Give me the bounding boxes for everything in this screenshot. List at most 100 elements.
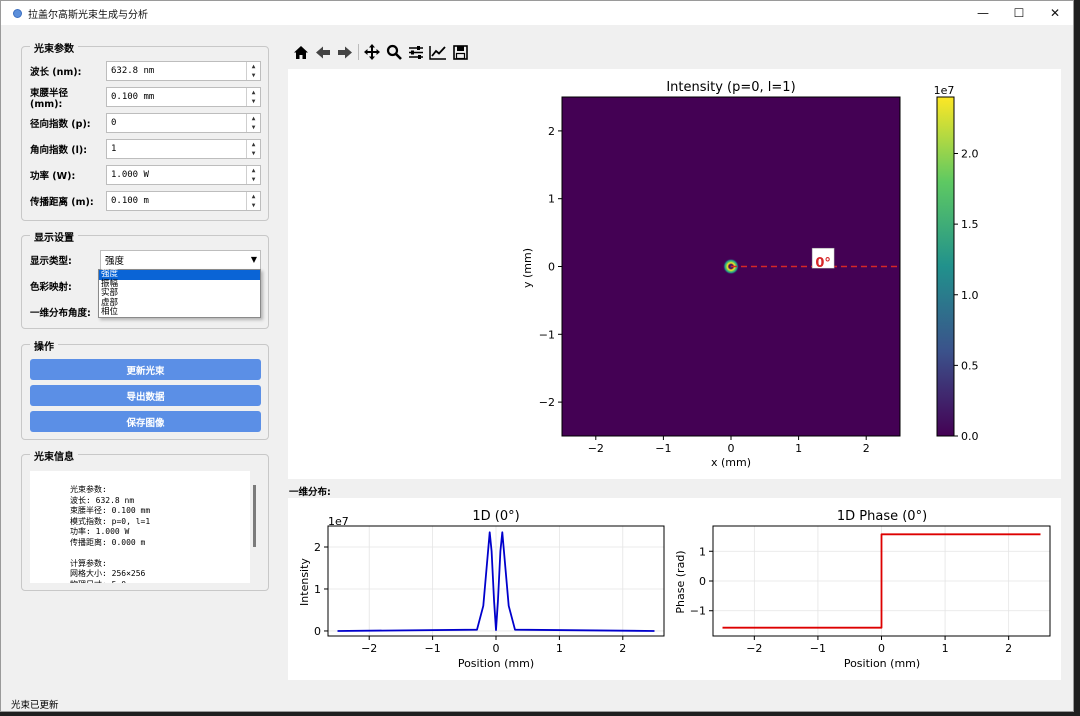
dropdown-option-intensity[interactable]: 强度 bbox=[99, 269, 260, 280]
export-data-button[interactable]: 导出数据 bbox=[30, 385, 261, 406]
dropdown-option-amplitude[interactable]: 振幅 bbox=[99, 279, 260, 290]
spin-down-icon[interactable]: ▼ bbox=[247, 71, 260, 80]
wavelength-value: 632.8 nm bbox=[111, 66, 155, 76]
x-tick-label: −1 bbox=[424, 642, 440, 655]
x-tick-label: −1 bbox=[655, 442, 671, 455]
y-tick-label: −1 bbox=[539, 328, 555, 341]
colorbar bbox=[936, 96, 955, 437]
wavelength-spinbox[interactable]: 632.8 nm ▲ ▼ bbox=[106, 61, 261, 81]
beam-params-title: 光束参数 bbox=[30, 40, 78, 55]
x-tick-label: 0 bbox=[493, 642, 500, 655]
app-window: 拉盖尔高斯光束生成与分析 — ☐ ✕ 光束参数 波长 (nm): 632.8 n… bbox=[0, 0, 1074, 712]
maximize-button[interactable]: ☐ bbox=[1001, 1, 1037, 25]
dropdown-option-phase[interactable]: 相位 bbox=[99, 307, 260, 318]
azimuthal-label: 角向指数 (l): bbox=[30, 145, 88, 156]
angle-row: 一维分布角度: bbox=[30, 302, 102, 322]
x-tick-label: 1 bbox=[795, 442, 802, 455]
distance-value: 0.100 m bbox=[111, 196, 149, 206]
x-tick-label: 0 bbox=[878, 642, 885, 655]
save-image-button[interactable]: 保存图像 bbox=[30, 411, 261, 432]
waist-spinbox[interactable]: 0.100 mm ▲ ▼ bbox=[106, 87, 261, 107]
actions-group: 操作 更新光束 导出数据 保存图像 bbox=[21, 338, 269, 440]
colorbar-tick-label: 0.0 bbox=[961, 430, 979, 443]
status-bar: 光束已更新 bbox=[11, 700, 59, 711]
info-line: 网格大小: 256×256 bbox=[70, 569, 146, 578]
distance-row: 传播距离 (m): bbox=[30, 191, 102, 211]
beam-params-group: 光束参数 波长 (nm): 632.8 nm ▲ ▼ 束腰半径 (mm): 0.10… bbox=[21, 40, 269, 221]
y-tick-label: −2 bbox=[539, 396, 555, 409]
spin-down-icon[interactable]: ▼ bbox=[247, 201, 260, 210]
minimize-button[interactable]: — bbox=[965, 1, 1001, 25]
actions-title: 操作 bbox=[30, 338, 58, 353]
info-line: 光束参数: bbox=[70, 485, 107, 494]
heatmap-xlabel: x (mm) bbox=[711, 456, 751, 469]
heatmap-title: Intensity (p=0, l=1) bbox=[666, 80, 795, 95]
dropdown-option-real[interactable]: 实部 bbox=[99, 288, 260, 299]
power-value: 1.000 W bbox=[111, 170, 149, 180]
colormap-row: 色彩映射: bbox=[30, 276, 102, 296]
x-tick-label: −1 bbox=[810, 642, 826, 655]
spin-up-icon[interactable]: ▲ bbox=[247, 192, 260, 201]
spin-down-icon[interactable]: ▼ bbox=[247, 175, 260, 184]
spin-up-icon[interactable]: ▲ bbox=[247, 140, 260, 149]
x-tick-label: 2 bbox=[619, 642, 626, 655]
x-tick-label: −2 bbox=[588, 442, 604, 455]
info-line bbox=[70, 548, 250, 559]
plot-toolbar bbox=[291, 43, 472, 61]
colorbar-tick-label: 1.5 bbox=[961, 218, 979, 231]
power-label: 功率 (W): bbox=[30, 171, 76, 182]
spin-up-icon[interactable]: ▲ bbox=[247, 114, 260, 123]
y-tick-label: 2 bbox=[548, 125, 555, 138]
azimuthal-row: 角向指数 (l): bbox=[30, 139, 102, 159]
back-icon[interactable] bbox=[313, 43, 333, 61]
distance-spinbox[interactable]: 0.100 m ▲ ▼ bbox=[106, 191, 261, 211]
chevron-down-icon[interactable]: ▼ bbox=[251, 255, 257, 264]
configure-icon[interactable] bbox=[406, 43, 426, 61]
heatmap-ylabel: y (mm) bbox=[521, 248, 534, 288]
info-scrollbar[interactable] bbox=[253, 485, 256, 547]
edit-axis-icon[interactable] bbox=[428, 43, 448, 61]
wavelength-label: 波长 (nm): bbox=[30, 67, 82, 78]
oned-plot-canvas[interactable]: 1D (0°) 1e7 Position (mm) Intensity −2 −1… bbox=[288, 498, 1061, 680]
display-type-combobox[interactable]: 强度 ▼ bbox=[100, 250, 261, 270]
spin-up-icon[interactable]: ▲ bbox=[247, 62, 260, 71]
close-button[interactable]: ✕ bbox=[1037, 1, 1073, 25]
zoom-icon[interactable] bbox=[384, 43, 404, 61]
y-tick-label: 1 bbox=[699, 545, 706, 558]
angle-label: 一维分布角度: bbox=[30, 308, 91, 319]
save-icon[interactable] bbox=[450, 43, 470, 61]
y-tick-label: 0 bbox=[699, 575, 706, 588]
pan-icon[interactable] bbox=[362, 43, 382, 61]
waist-label: 束腰半径 (mm): bbox=[30, 87, 69, 110]
x-tick-label: −2 bbox=[746, 642, 762, 655]
radial-spinbox[interactable]: 0 ▲ ▼ bbox=[106, 113, 261, 133]
oned-phase-title: 1D Phase (0°) bbox=[837, 509, 927, 524]
display-type-label: 显示类型: bbox=[30, 256, 72, 267]
x-tick-label: 1 bbox=[556, 642, 563, 655]
update-beam-button[interactable]: 更新光束 bbox=[30, 359, 261, 380]
title-bar: 拉盖尔高斯光束生成与分析 — ☐ ✕ bbox=[1, 1, 1073, 25]
forward-icon[interactable] bbox=[335, 43, 355, 61]
main-plot-canvas[interactable]: Intensity (p=0, l=1) 0° −2 −1 0 1 2 −2 −1 0 1 2 x … bbox=[288, 69, 1061, 479]
power-spinbox[interactable]: 1.000 W ▲ ▼ bbox=[106, 165, 261, 185]
oned-section-label: 一维分布: bbox=[289, 487, 331, 498]
x-tick-label: 2 bbox=[863, 442, 870, 455]
spin-up-icon[interactable]: ▲ bbox=[247, 166, 260, 175]
angle-annotation-text: 0° bbox=[815, 256, 831, 271]
azimuthal-spinbox[interactable]: 1 ▲ ▼ bbox=[106, 139, 261, 159]
oned-phase-ylabel: Phase (rad) bbox=[674, 550, 687, 613]
beam-info-text: 光束参数: 波长: 632.8 nm 束腰半径: 0.100 mm 模式指数: p=0… bbox=[30, 471, 250, 583]
spin-up-icon[interactable]: ▲ bbox=[247, 88, 260, 97]
home-icon[interactable] bbox=[291, 43, 311, 61]
colorbar-offset-label: 1e7 bbox=[934, 84, 955, 97]
dropdown-option-imaginary[interactable]: 虚部 bbox=[99, 298, 260, 309]
info-line: 物理尺寸: 5.0 bbox=[70, 580, 250, 584]
info-line: 波长: 632.8 nm bbox=[70, 495, 135, 505]
azimuthal-value: 1 bbox=[111, 144, 117, 154]
display-type-value: 强度 bbox=[105, 256, 125, 267]
distance-label: 传播距离 (m): bbox=[30, 197, 94, 208]
spin-down-icon[interactable]: ▼ bbox=[247, 123, 260, 132]
intensity-heatmap: Intensity (p=0, l=1) 0° −2 −1 0 1 2 −2 −1 0 1 2 x … bbox=[521, 80, 979, 469]
spin-down-icon[interactable]: ▼ bbox=[247, 149, 260, 158]
spin-down-icon[interactable]: ▼ bbox=[247, 97, 260, 106]
